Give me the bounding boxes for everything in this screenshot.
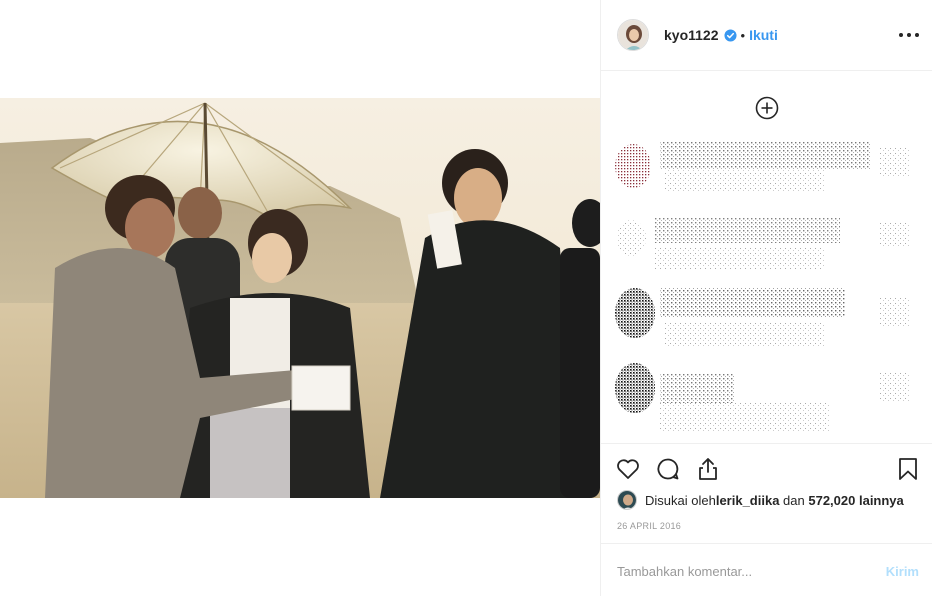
more-dot [907, 33, 911, 37]
likes-middle: dan [779, 492, 809, 508]
comments-area [601, 72, 932, 442]
obscured-comments [615, 142, 910, 433]
liker-username[interactable]: lerik_diika [716, 493, 780, 508]
comment-form: Kirim [601, 543, 932, 596]
post-photo[interactable] [0, 98, 600, 498]
likes-summary: Disukai oleh lerik_diika dan 572,020 lai… [617, 490, 904, 510]
header-separator: • [740, 27, 746, 43]
post-comment-button[interactable]: Kirim [886, 564, 919, 579]
liker-avatar[interactable] [617, 490, 637, 510]
comment-input[interactable] [617, 560, 867, 582]
more-dot [915, 33, 919, 37]
bookmark-icon[interactable] [895, 456, 921, 482]
post-sidebar: kyo1122 • Ikuti Disukai oleh lerik_diika… [600, 0, 932, 596]
follow-button[interactable]: Ikuti [749, 27, 778, 43]
plus-circle-icon[interactable] [755, 96, 779, 120]
username[interactable]: kyo1122 [664, 27, 719, 43]
post-header: kyo1122 • Ikuti [601, 0, 932, 71]
heart-icon[interactable] [615, 456, 641, 482]
post-actions [601, 443, 932, 493]
verified-badge-icon [723, 28, 737, 42]
share-icon[interactable] [695, 456, 721, 482]
profile-avatar[interactable] [617, 19, 649, 51]
post-date[interactable]: 26 APRIL 2016 [617, 521, 681, 531]
likes-suffix[interactable]: lainnya [855, 493, 904, 508]
more-dot [899, 33, 903, 37]
more-options-icon[interactable] [899, 26, 919, 44]
likes-count[interactable]: 572,020 [808, 493, 855, 508]
comment-bubble-icon[interactable] [655, 456, 681, 482]
likes-prefix: Disukai oleh [645, 492, 716, 508]
post-media [0, 0, 600, 596]
